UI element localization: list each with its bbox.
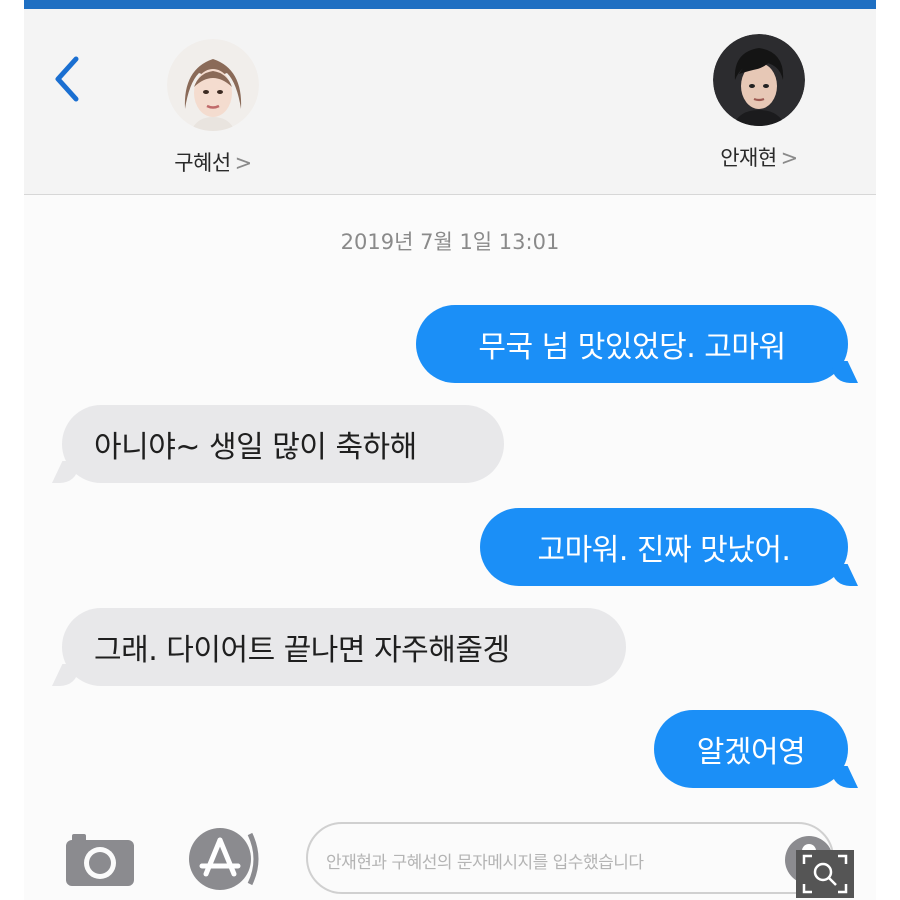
zoom-search-button[interactable]: [796, 850, 854, 898]
contact-name: 구혜선 >: [174, 151, 253, 175]
avatar: [713, 34, 805, 126]
top-accent-bar: [24, 0, 876, 9]
chevron-left-icon: [55, 56, 79, 102]
chevron-right-icon: >: [780, 146, 799, 170]
message-bubble-outgoing[interactable]: 알겠어영: [654, 710, 848, 788]
app-store-button[interactable]: [184, 826, 266, 892]
contact-name: 안재현 >: [720, 146, 799, 170]
contact-ahn-jae-hyun[interactable]: 안재현 >: [694, 34, 824, 172]
message-bubble-outgoing[interactable]: 고마워. 진짜 맛났어.: [480, 508, 848, 586]
camera-icon: [66, 834, 134, 886]
avatar: [167, 39, 259, 131]
message-bubble-incoming[interactable]: 그래. 다이어트 끝나면 자주해줄겡: [62, 608, 626, 686]
back-button[interactable]: [48, 53, 88, 105]
camera-button[interactable]: [64, 830, 136, 888]
message-input[interactable]: 안재현과 구혜선의 문자메시지를 입수했습니다: [306, 822, 834, 894]
chevron-right-icon: >: [234, 151, 253, 175]
message-timestamp: 2019년 7월 1일 13:01: [340, 230, 560, 254]
message-bubble-outgoing[interactable]: 무국 넘 맛있었당. 고마워: [416, 305, 848, 383]
message-input-placeholder: 안재현과 구혜선의 문자메시지를 입수했습니다: [326, 853, 644, 873]
conversation-header: 구혜선 > 안재현 >: [24, 9, 876, 195]
zoom-search-icon: [802, 854, 848, 894]
contact-goo-hye-sun[interactable]: 구혜선 >: [148, 39, 278, 177]
messages-screen: 구혜선 > 안재현 > 2019년 7월 1일 13:01 무국 넘 맛있었당. 고…: [24, 0, 876, 900]
message-bubble-incoming[interactable]: 아니야~ 생일 많이 축하해: [62, 405, 504, 483]
app-store-icon: [189, 828, 259, 890]
